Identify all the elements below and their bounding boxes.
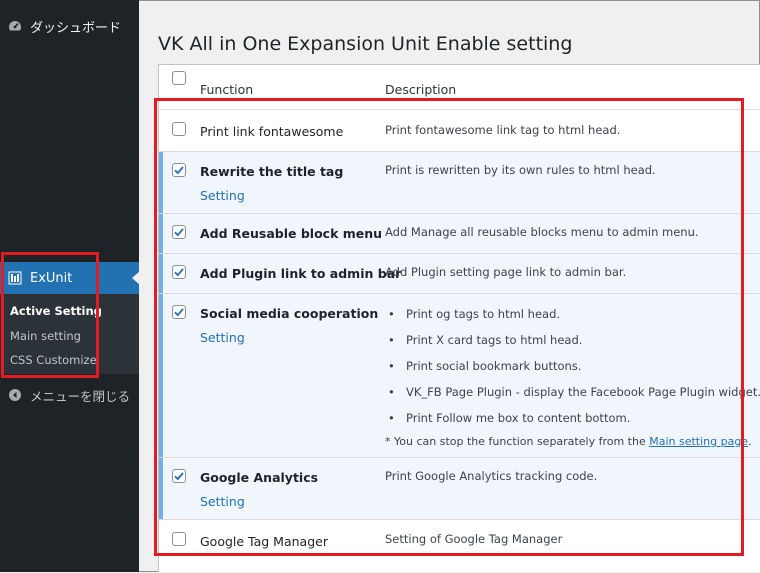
sidebar-item-exunit[interactable]: ExUnit	[0, 262, 140, 294]
submenu-item-css-customize[interactable]: CSS Customize	[10, 353, 97, 367]
function-name: Google Analytics	[200, 470, 319, 485]
sidebar-item-label: ダッシュボード	[30, 20, 122, 36]
table-row: Google Tag Manager Setting of Google Tag…	[159, 519, 760, 573]
main-setting-page-link[interactable]: Main setting page	[649, 435, 748, 448]
function-description: Print is rewritten by its own rules to h…	[385, 163, 656, 177]
settings-table: Function Description Print link fontawes…	[158, 64, 760, 572]
description-bullet: Print X card tags to html head.	[388, 333, 582, 347]
checkmark-icon	[174, 166, 184, 175]
active-row-indicator	[159, 214, 163, 253]
function-name: Add Plugin link to admin bar	[200, 266, 402, 281]
function-name: Google Tag Manager	[200, 534, 328, 549]
row-checkbox[interactable]	[172, 469, 186, 483]
submenu-item-active-setting[interactable]: Active Setting	[10, 304, 102, 318]
function-name: Add Reusable block menu	[200, 226, 383, 241]
submenu-item-main-setting[interactable]: Main setting	[10, 329, 81, 343]
main-content: VK All in One Expansion Unit Enable sett…	[139, 0, 760, 572]
row-checkbox[interactable]	[172, 225, 186, 239]
page-title: VK All in One Expansion Unit Enable sett…	[158, 33, 573, 55]
row-checkbox[interactable]	[172, 122, 186, 136]
checkmark-icon	[174, 228, 184, 237]
select-all-checkbox[interactable]	[172, 71, 186, 85]
table-row: Add Reusable block menu Add Manage all r…	[159, 213, 760, 253]
exunit-submenu: Active Setting Main setting CSS Customiz…	[0, 294, 139, 374]
table-row: Social media cooperation Setting Print o…	[159, 293, 760, 457]
collapse-menu-label: メニューを閉じる	[30, 388, 131, 404]
description-bullet: VK_FB Page Plugin - display the Facebook…	[388, 385, 760, 399]
checkmark-icon	[174, 472, 184, 481]
checkmark-icon	[174, 268, 184, 277]
setting-link[interactable]: Setting	[200, 330, 245, 345]
active-row-indicator	[159, 294, 163, 457]
column-header-description: Description	[385, 82, 457, 97]
collapse-arrow-icon	[8, 388, 22, 402]
table-row: Google Analytics Setting Print Google An…	[159, 457, 760, 519]
function-name: Social media cooperation	[200, 306, 379, 321]
sidebar-item-dashboard[interactable]: ダッシュボード	[0, 14, 139, 38]
setting-link[interactable]: Setting	[200, 188, 245, 203]
row-checkbox[interactable]	[172, 265, 186, 279]
description-bullet: Print og tags to html head.	[388, 307, 560, 321]
collapse-menu-button[interactable]: メニューを閉じる	[0, 384, 139, 406]
function-description: Add Plugin setting page link to admin ba…	[385, 265, 627, 279]
function-description: Print Google Analytics tracking code.	[385, 469, 598, 483]
description-note: * You can stop the function separately f…	[385, 435, 752, 448]
table-row: Print link fontawesome Print fontawesome…	[159, 109, 760, 151]
function-name: Rewrite the title tag	[200, 164, 344, 179]
table-row: Add Plugin link to admin bar Add Plugin …	[159, 253, 760, 293]
checkmark-icon	[174, 308, 184, 317]
function-description: Add Manage all reusable blocks menu to a…	[385, 225, 699, 239]
row-checkbox[interactable]	[172, 532, 186, 546]
column-header-function: Function	[200, 82, 254, 97]
admin-sidebar: ダッシュボード ExUnit Active Setting Main setti…	[0, 0, 140, 572]
active-row-indicator	[159, 152, 163, 213]
function-description: Print fontawesome link tag to html head.	[385, 123, 621, 137]
setting-link[interactable]: Setting	[200, 494, 245, 509]
function-description: Setting of Google Tag Manager	[385, 532, 563, 546]
description-bullet: Print social bookmark buttons.	[388, 359, 581, 373]
exunit-icon	[8, 271, 22, 285]
function-name: Print link fontawesome	[200, 124, 344, 139]
description-bullet: Print Follow me box to content bottom.	[388, 411, 630, 425]
active-row-indicator	[159, 254, 163, 293]
sidebar-item-label: ExUnit	[30, 270, 73, 286]
active-row-indicator	[159, 458, 163, 519]
row-checkbox[interactable]	[172, 163, 186, 177]
table-row: Rewrite the title tag Setting Print is r…	[159, 151, 760, 213]
row-checkbox[interactable]	[172, 305, 186, 319]
dashboard-icon	[8, 19, 22, 33]
